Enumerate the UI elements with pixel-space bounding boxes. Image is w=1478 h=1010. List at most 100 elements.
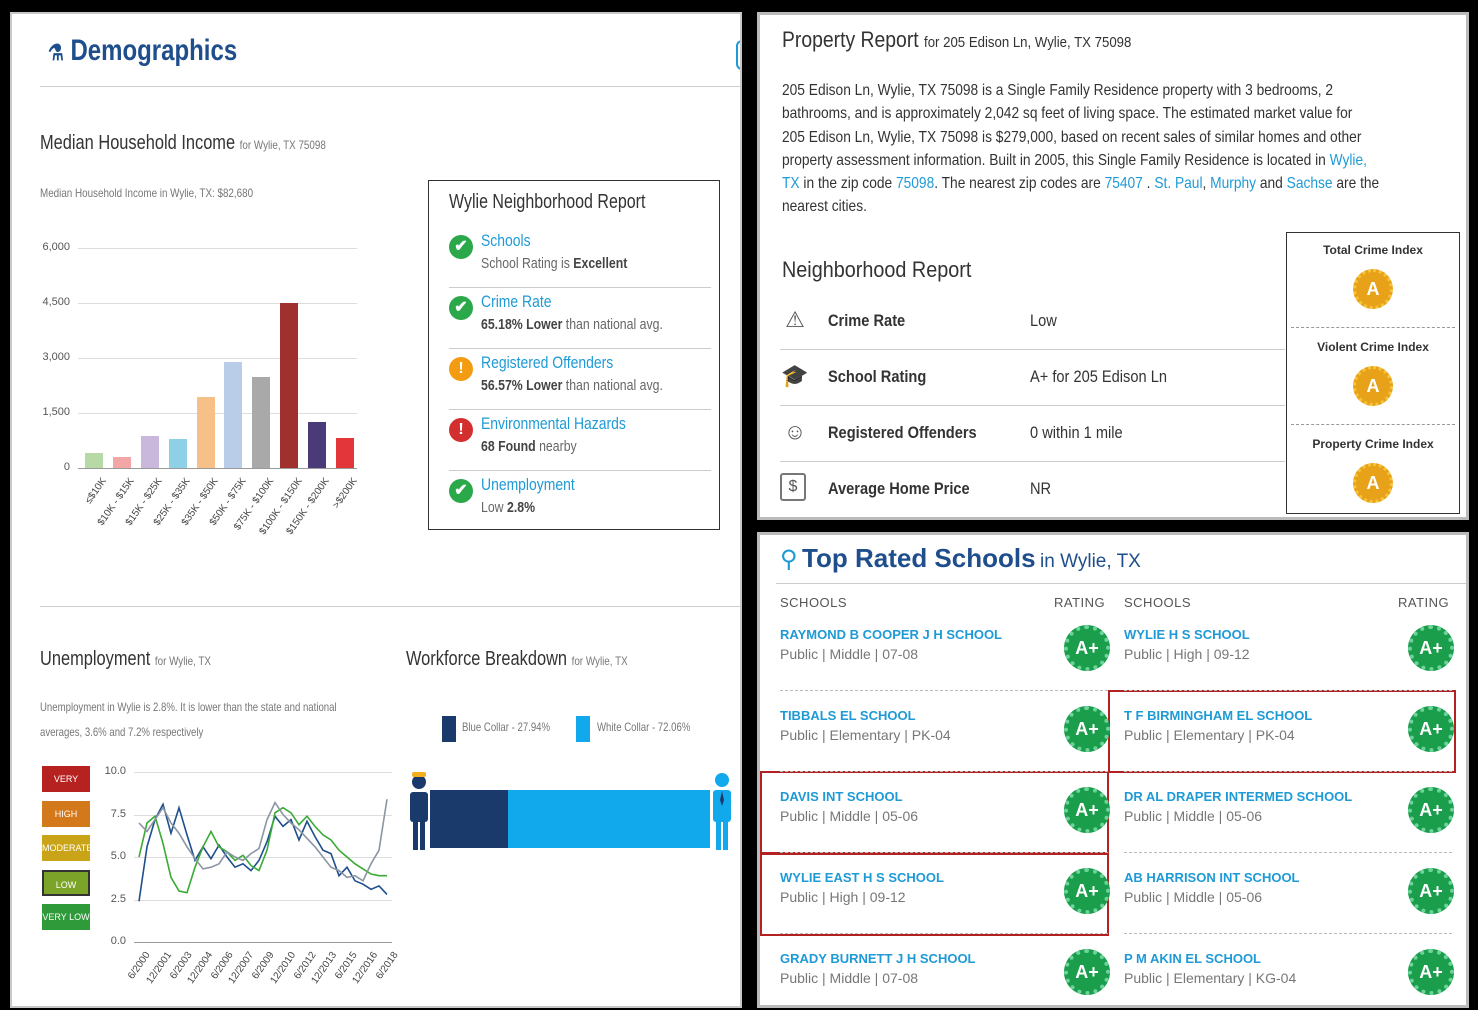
workforce-bar <box>430 790 710 848</box>
rating-badge-icon: A+ <box>1408 868 1454 914</box>
detail-text: than national avg. <box>562 316 663 333</box>
white-collar-legend: White Collar - 72.06% <box>597 720 691 734</box>
siren-icon: ⚠ <box>785 307 805 332</box>
description-text: and <box>1256 175 1287 193</box>
scroll-handle-icon[interactable] <box>736 40 740 70</box>
neighborhood-item-detail: 65.18% Lower than national avg. <box>481 316 663 333</box>
graduation-cap-icon: 🎓 <box>781 363 809 388</box>
row-value: Low <box>1030 311 1057 330</box>
neighborhood-item-link[interactable]: Environmental Hazards <box>481 414 626 434</box>
row-label: Registered Offenders <box>828 423 977 442</box>
detail-bold: 65.18% Lower <box>481 316 563 333</box>
workforce-title: Workforce Breakdown <box>406 648 568 670</box>
neighborhood-row: 🎓 School Rating A+ for 205 Edison Ln <box>780 349 1285 405</box>
row-value: 0 within 1 mile <box>1030 423 1123 442</box>
neighborhood-item-detail: School Rating is Excellent <box>481 255 627 272</box>
school-detail: Public | Middle | 05-06 <box>1124 808 1263 824</box>
blue-collar-legend: Blue Collar - 27.94% <box>462 720 551 734</box>
school-item: TIBBALS EL SCHOOL Public | Elementary | … <box>780 690 1110 770</box>
detail-bold: Excellent <box>573 255 628 272</box>
neighborhood-item-link[interactable]: Unemployment <box>481 475 575 495</box>
check-circle-icon: ✔ <box>449 296 473 320</box>
crime-grade-badge-icon: A <box>1353 269 1393 309</box>
neighborhood-item-detail: Low 2.8% <box>481 499 535 516</box>
property-title: Property Report <box>782 27 919 52</box>
white-collar-bar <box>508 790 710 848</box>
school-item: T F BIRMINGHAM EL SCHOOL Public | Elemen… <box>1124 690 1454 770</box>
school-name-link[interactable]: AB HARRISON INT SCHOOL <box>1124 870 1300 885</box>
rating-badge-icon: A+ <box>1408 625 1454 671</box>
detail-text: than national avg. <box>562 377 663 394</box>
unemployment-level-high: HIGH <box>42 800 90 827</box>
neighborhood-item-link[interactable]: Schools <box>481 231 531 251</box>
schools-title: Top Rated Schools <box>802 543 1036 573</box>
row-value: NR <box>1030 479 1052 498</box>
school-name-link[interactable]: DAVIS INT SCHOOL <box>780 789 903 804</box>
zip-75098-link[interactable]: 75098 <box>896 175 934 192</box>
crime-index-title: Violent Crime Index <box>1317 340 1429 354</box>
blue-collar-bar <box>430 790 509 848</box>
crime-index-item: Violent Crime Index A <box>1287 330 1459 424</box>
school-name-link[interactable]: GRADY BURNETT J H SCHOOL <box>780 951 976 966</box>
divider <box>1291 327 1455 328</box>
sachse-link[interactable]: Sachse <box>1287 175 1333 192</box>
school-name-link[interactable]: WYLIE H S SCHOOL <box>1124 627 1250 642</box>
description-text: in the zip code <box>799 175 896 193</box>
rating-badge-icon: A+ <box>1064 625 1110 671</box>
neighborhood-item-detail: 56.57% Lower than national avg. <box>481 377 663 394</box>
property-heading: Property Report for 205 Edison Ln, Wylie… <box>782 27 1131 53</box>
rating-badge-icon: A+ <box>1408 949 1454 995</box>
check-circle-icon: ✔ <box>449 479 473 503</box>
col-rating-left: RATING <box>1054 595 1106 610</box>
rating-badge-icon: A+ <box>1408 706 1454 752</box>
offender-icon: ☺ <box>783 419 807 444</box>
murphy-link[interactable]: Murphy <box>1210 175 1256 192</box>
school-detail: Public | High | 09-12 <box>780 889 906 905</box>
tx-link[interactable]: TX <box>782 175 800 192</box>
crime-index-item: Total Crime Index A <box>1287 233 1459 327</box>
detail-bold: 56.57% Lower <box>481 377 563 394</box>
rating-badge-icon: A+ <box>1064 706 1110 752</box>
neighborhood-report-title: Neighborhood Report <box>782 257 972 282</box>
ribbon-icon: ⚲ <box>780 546 798 573</box>
school-detail: Public | High | 09-12 <box>1124 646 1250 662</box>
white-collar-worker-icon <box>713 773 731 850</box>
school-item: GRADY BURNETT J H SCHOOL Public | Middle… <box>780 933 1110 1005</box>
neighborhood-item-link[interactable]: Registered Offenders <box>481 353 613 373</box>
unemployment-series-line <box>138 799 388 882</box>
crime-index-item: Property Crime Index A <box>1287 427 1459 517</box>
unemployment-level-moderate: MODERATE <box>42 835 92 861</box>
rating-badge-icon: A+ <box>1064 949 1110 995</box>
school-item: P M AKIN EL SCHOOL Public | Elementary |… <box>1124 933 1454 1005</box>
col-schools-left: SCHOOLS <box>780 595 848 610</box>
detail-text: School Rating is <box>481 255 574 272</box>
school-name-link[interactable]: TIBBALS EL SCHOOL <box>780 708 916 723</box>
home-price-icon: $ <box>780 473 806 501</box>
school-name-link[interactable]: WYLIE EAST H S SCHOOL <box>780 870 944 885</box>
school-item: AB HARRISON INT SCHOOL Public | Middle |… <box>1124 852 1454 932</box>
school-detail: Public | Elementary | PK-04 <box>780 727 951 743</box>
school-detail: Public | Middle | 07-08 <box>780 970 919 986</box>
school-item: WYLIE EAST H S SCHOOL Public | High | 09… <box>780 852 1110 932</box>
neighborhood-item-link[interactable]: Crime Rate <box>481 292 551 312</box>
blue-collar-worker-icon <box>410 772 428 850</box>
workforce-location: for Wylie, TX <box>571 654 628 668</box>
school-name-link[interactable]: P M AKIN EL SCHOOL <box>1124 951 1261 966</box>
school-name-link[interactable]: RAYMOND B COOPER J H SCHOOL <box>780 627 1002 642</box>
row-value: A+ for 205 Edison Ln <box>1030 367 1167 386</box>
neighborhood-box-title: Wylie Neighborhood Report <box>449 191 646 213</box>
neighborhood-item-detail: 68 Found nearby <box>481 438 577 455</box>
detail-text: nearby <box>535 438 577 455</box>
school-name-link[interactable]: DR AL DRAPER INTERMED SCHOOL <box>1124 789 1352 804</box>
unemployment-level-low: LOW <box>42 869 90 896</box>
property-description: 205 Edison Ln, Wylie, TX 75098 is a Sing… <box>782 79 1436 219</box>
wylie-link[interactable]: Wylie, <box>1330 152 1367 169</box>
school-name-link[interactable]: T F BIRMINGHAM EL SCHOOL <box>1124 708 1312 723</box>
detail-text: Low <box>481 499 507 516</box>
warning-icon: ! <box>449 357 473 381</box>
detail-bold: 68 Found <box>481 438 536 455</box>
description-line-3: 205 Edison Ln, Wylie, TX 75098 is $279,0… <box>782 128 1362 146</box>
zip-75407-link[interactable]: 75407 <box>1105 175 1143 192</box>
st-paul-link[interactable]: St. Paul <box>1154 175 1202 192</box>
unemployment-level-very-low: VERY LOW <box>42 904 90 930</box>
